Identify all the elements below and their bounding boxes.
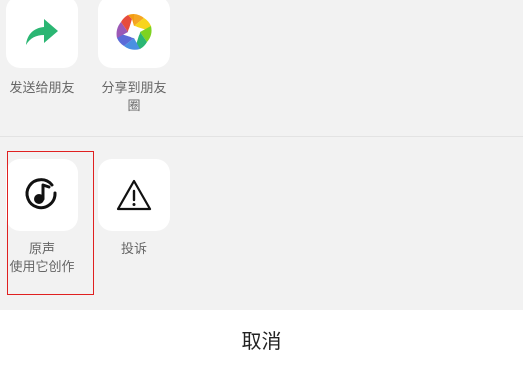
original-sound-label-line1: 原声 [28, 242, 55, 257]
warning-triangle-icon [115, 178, 153, 212]
share-moments-label: 分享到朋友 圈 [88, 80, 180, 116]
tools-row: 原声 使用它创作 投诉 [0, 137, 523, 309]
original-sound-label-line2: 使用它创作 [9, 260, 75, 275]
report-tile[interactable] [98, 159, 170, 231]
original-sound-label: 原声 使用它创作 [0, 241, 88, 277]
share-row: 发送给朋友 分享到朋友 圈 [0, 0, 523, 136]
share-moments-label-line1: 分享到朋友 [101, 81, 167, 96]
send-to-friend-label: 发送给朋友 [9, 81, 75, 96]
aperture-icon [114, 12, 154, 52]
music-note-icon [23, 176, 61, 214]
share-moments-tile[interactable] [98, 0, 170, 68]
share-moments-label-line2: 圈 [127, 99, 141, 114]
report-label: 投诉 [120, 242, 147, 257]
send-to-friend-tile[interactable] [6, 0, 78, 68]
original-sound-tile[interactable] [6, 159, 78, 231]
share-arrow-icon [24, 17, 60, 47]
cancel-button[interactable]: 取消 [0, 310, 523, 369]
action-sheet: 发送给朋友 分享到朋友 圈 原声 使用它创作 投诉 [0, 0, 523, 310]
